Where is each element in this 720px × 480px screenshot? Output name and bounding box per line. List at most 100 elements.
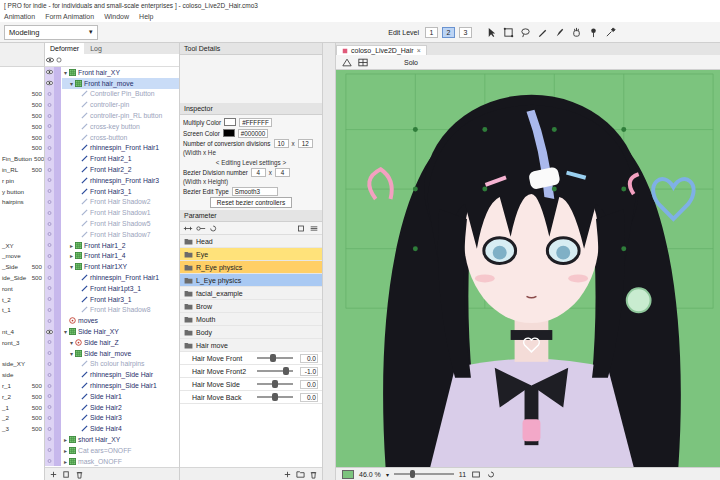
lock-cell[interactable] <box>54 153 62 164</box>
lock-cell[interactable] <box>54 121 62 132</box>
deformer-row[interactable]: Front Hair Shadow7 <box>45 229 179 240</box>
reset-button[interactable]: Reset bezier controllers <box>210 197 292 208</box>
deformer-row[interactable]: ▸ Front Hair1_2 <box>45 240 179 251</box>
part-row[interactable] <box>0 78 44 89</box>
part-row[interactable]: _XY <box>0 240 44 251</box>
part-row[interactable] <box>0 434 44 445</box>
lock-cell[interactable] <box>54 315 62 326</box>
visibility-cell[interactable] <box>45 369 54 380</box>
expand-toggle[interactable]: ▾ <box>68 350 75 357</box>
part-row[interactable]: 500 <box>0 89 44 100</box>
lock-cell[interactable] <box>54 99 62 110</box>
deformer-row[interactable]: Sh colour hairpins <box>45 359 179 370</box>
visibility-cell[interactable] <box>45 423 54 434</box>
deformer-row[interactable]: cross-key button <box>45 121 179 132</box>
lock-cell[interactable] <box>54 413 62 424</box>
edit-level-button[interactable]: 2 <box>442 27 455 38</box>
deformer-row[interactable]: Side Hair4 <box>45 423 179 434</box>
deformer-row[interactable]: ▸ Cat ears=ONOFF <box>45 445 179 456</box>
key-icon[interactable] <box>196 225 206 232</box>
part-row[interactable]: ront <box>0 283 44 294</box>
visibility-cell[interactable] <box>45 359 54 370</box>
visibility-cell[interactable] <box>45 132 54 143</box>
lock-cell[interactable] <box>54 402 62 413</box>
lock-cell[interactable] <box>54 164 62 175</box>
part-row[interactable]: 500 <box>0 121 44 132</box>
height-input[interactable]: 4 <box>275 168 290 177</box>
expand-toggle[interactable]: ▸ <box>68 252 75 259</box>
menu-item[interactable]: Animation <box>4 13 35 20</box>
visibility-cell[interactable] <box>45 402 54 413</box>
view-toggle-icon[interactable] <box>342 58 352 67</box>
part-row[interactable] <box>0 315 44 326</box>
lock-cell[interactable] <box>54 175 62 186</box>
deformer-row[interactable]: Front Hair3_1 <box>45 294 179 305</box>
menu-icon[interactable] <box>309 225 319 232</box>
color-swatch[interactable] <box>224 118 236 126</box>
color-swatch[interactable] <box>223 129 235 137</box>
part-row[interactable]: r_2 500 <box>0 391 44 402</box>
visibility-cell[interactable] <box>45 67 54 78</box>
add-icon[interactable] <box>49 470 58 479</box>
zoom-slider[interactable] <box>394 473 454 475</box>
deformer-row[interactable]: rhinnespin_Side Hair <box>45 369 179 380</box>
deformer-row[interactable]: ▸ short Hair_XY <box>45 434 179 445</box>
model-canvas[interactable] <box>336 70 720 467</box>
visibility-cell[interactable] <box>45 89 54 100</box>
visibility-cell[interactable] <box>45 251 54 262</box>
arrow-tool-icon[interactable] <box>486 27 497 38</box>
color-value[interactable]: #FFFFFF <box>239 118 272 127</box>
part-row[interactable]: 500 <box>0 143 44 154</box>
slider-knob[interactable] <box>272 393 278 401</box>
deformer-row[interactable]: Front Hair3_1 <box>45 186 179 197</box>
visibility-cell[interactable] <box>45 326 54 337</box>
expand-toggle[interactable]: ▸ <box>62 447 69 454</box>
expand-toggle[interactable]: ▾ <box>68 339 75 346</box>
part-row[interactable] <box>0 456 44 467</box>
deformer-row[interactable]: ▾ Front Hair1XY <box>45 261 179 272</box>
expand-toggle[interactable]: ▾ <box>62 328 69 335</box>
parameter-value[interactable]: -1.0 <box>300 367 318 376</box>
visibility-cell[interactable] <box>45 164 54 175</box>
visibility-cell[interactable] <box>45 218 54 229</box>
visibility-cell[interactable] <box>45 283 54 294</box>
parameter-group[interactable]: Hair move <box>180 339 322 352</box>
part-row[interactable]: _1 500 <box>0 402 44 413</box>
visibility-cell[interactable] <box>45 78 54 89</box>
deformer-row[interactable]: rhinnespin_Side Hair1 <box>45 380 179 391</box>
deformer-row[interactable]: Front Hair2_1 <box>45 153 179 164</box>
width-input[interactable]: 4 <box>251 168 266 177</box>
part-row[interactable]: r pin <box>0 175 44 186</box>
visibility-cell[interactable] <box>45 143 54 154</box>
visibility-cell[interactable] <box>45 294 54 305</box>
delete-icon[interactable] <box>309 470 318 479</box>
visibility-cell[interactable] <box>45 305 54 316</box>
height-input[interactable]: 12 <box>298 139 313 148</box>
expand-toggle[interactable]: ▾ <box>68 80 75 87</box>
delete-icon[interactable] <box>75 470 84 479</box>
edit-type-select[interactable]: Smooth3 <box>232 187 278 196</box>
visibility-cell[interactable] <box>45 197 54 208</box>
part-row[interactable]: 500 <box>0 99 44 110</box>
edit-level-button[interactable]: 1 <box>425 27 438 38</box>
parameter-group[interactable]: Body <box>180 326 322 339</box>
deformer-row[interactable]: Side Hair3 <box>45 413 179 424</box>
lock-cell[interactable] <box>54 326 62 337</box>
copy-icon[interactable] <box>296 225 306 232</box>
pen-tool-icon[interactable] <box>537 27 548 38</box>
slider-knob[interactable] <box>270 354 276 362</box>
parameter-group[interactable]: Mouth <box>180 313 322 326</box>
slider-track[interactable] <box>257 383 293 385</box>
add-icon[interactable] <box>283 470 292 479</box>
visibility-cell[interactable] <box>45 272 54 283</box>
visibility-cell[interactable] <box>45 186 54 197</box>
part-row[interactable]: t_2 <box>0 294 44 305</box>
deformer-row[interactable]: ▾ Front hair_XY <box>45 67 179 78</box>
visibility-cell[interactable] <box>45 348 54 359</box>
slider-track[interactable] <box>257 370 293 372</box>
slider-track[interactable] <box>257 396 293 398</box>
part-row[interactable]: side_XY <box>0 359 44 370</box>
lock-cell[interactable] <box>54 369 62 380</box>
lock-cell[interactable] <box>54 380 62 391</box>
lock-cell[interactable] <box>54 132 62 143</box>
